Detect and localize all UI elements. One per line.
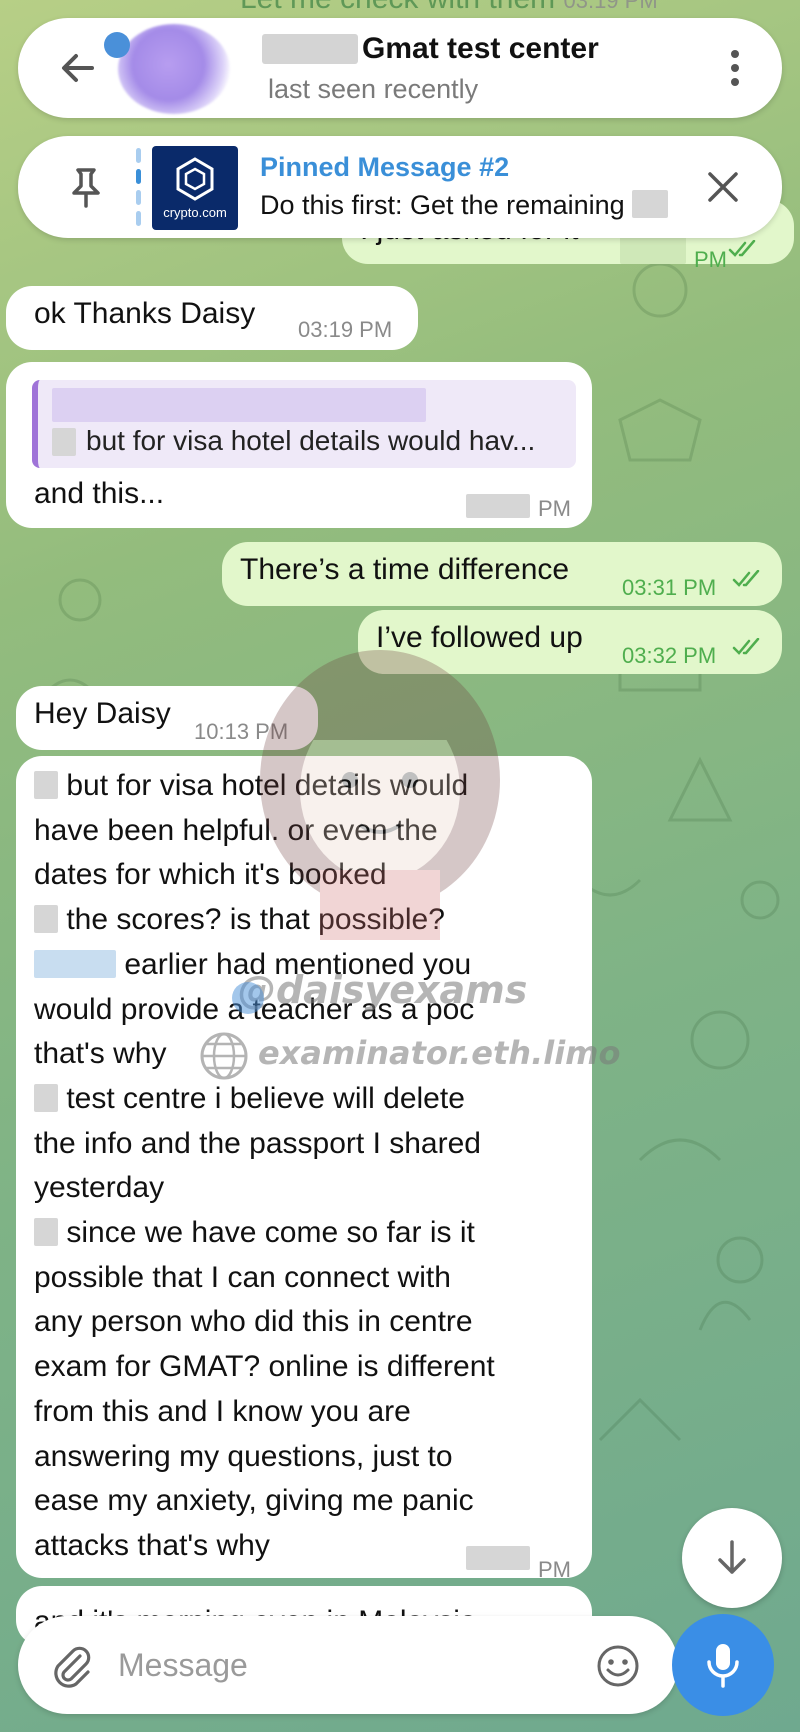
- attach-icon[interactable]: [48, 1642, 94, 1688]
- arrow-down-icon: [718, 1540, 746, 1574]
- pinned-text: Do this first: Get the remaining: [260, 190, 669, 221]
- message-line: since we have come so far is it: [34, 1211, 495, 1256]
- watermark-mascot: [260, 650, 500, 940]
- message-time: 03:32 PM: [622, 643, 717, 668]
- more-options-icon[interactable]: [728, 48, 742, 88]
- crypto-shield-icon: [176, 156, 214, 201]
- message-line: from this and I know you are: [34, 1394, 411, 1428]
- message-line: the info and the passport I shared: [34, 1126, 481, 1160]
- redacted-mention: [34, 949, 116, 978]
- chat-title: Gmat test center: [362, 32, 599, 65]
- message-time: PM: [694, 247, 727, 272]
- pin-position-indicator: [136, 148, 141, 226]
- message-time: PM: [538, 496, 571, 521]
- back-arrow-icon[interactable]: [58, 48, 98, 88]
- crypto-logo-text: crypto.com: [163, 204, 227, 220]
- double-check-icon: [732, 638, 760, 655]
- message-line: answering my questions, just to: [34, 1439, 453, 1473]
- double-check-icon: [728, 240, 756, 257]
- crypto-logo: crypto.com: [152, 146, 238, 230]
- redacted-text: [52, 428, 76, 456]
- watermark-site: examinator.eth.limo: [258, 1034, 621, 1072]
- redacted-text: [632, 190, 669, 218]
- message-line: any person who did this in centre: [34, 1305, 473, 1339]
- pinned-message-bar[interactable]: crypto.com Pinned Message #2 Do this fir…: [18, 136, 782, 238]
- pin-icon[interactable]: [66, 166, 106, 208]
- redacted-text: [34, 1218, 58, 1247]
- close-icon[interactable]: [706, 170, 740, 204]
- partial-message-top: Let me check with them 03:19 PM: [240, 0, 658, 16]
- message-line: ease my anxiety, giving me panic: [34, 1484, 474, 1518]
- double-check-icon: [732, 570, 760, 587]
- emoji-icon[interactable]: [596, 1644, 640, 1688]
- message-line: exam for GMAT? online is different: [34, 1350, 495, 1384]
- message-time: 03:19 PM: [563, 0, 658, 13]
- redacted-text: [34, 905, 58, 934]
- message-outgoing[interactable]: There’s a time difference 03:31 PM: [222, 542, 782, 606]
- message-line: yesterday: [34, 1171, 165, 1205]
- avatar[interactable]: [118, 24, 230, 114]
- message-time: 03:31 PM: [622, 575, 717, 600]
- redacted-time: [620, 236, 686, 264]
- message-line: possible that I can connect with: [34, 1260, 451, 1294]
- redacted-name: [262, 34, 358, 64]
- message-line: attacks that's why: [34, 1528, 270, 1562]
- redacted-time: [466, 494, 530, 518]
- watermark-handle: @daisyexams: [238, 968, 528, 1012]
- redacted-quote-author: [52, 388, 426, 422]
- redacted-time: [466, 1546, 530, 1570]
- chat-status: last seen recently: [268, 74, 479, 104]
- telegram-icon: [232, 982, 264, 1014]
- message-incoming[interactable]: ok Thanks Daisy 03:19 PM: [6, 286, 418, 350]
- chat-title-wrap[interactable]: Gmat test center: [262, 32, 599, 66]
- chat-header: Gmat test center last seen recently: [18, 18, 782, 118]
- message-composer: [18, 1616, 678, 1714]
- message-input[interactable]: [118, 1636, 588, 1694]
- mic-button[interactable]: [672, 1614, 774, 1716]
- message-text: There’s a time difference: [240, 553, 570, 586]
- message-text: Hey Daisy: [34, 697, 171, 730]
- scroll-down-button[interactable]: [682, 1508, 782, 1608]
- redacted-text: [34, 1083, 58, 1112]
- message-line: test centre i believe will delete: [34, 1077, 495, 1122]
- message-time: 03:19 PM: [298, 317, 393, 342]
- mic-icon: [707, 1644, 739, 1688]
- message-text: and this...: [34, 477, 165, 510]
- pinned-title: Pinned Message #2: [260, 152, 510, 182]
- message-text: ok Thanks Daisy: [34, 297, 256, 330]
- globe-icon: [200, 1032, 248, 1080]
- redacted-text: [34, 771, 58, 799]
- reply-snippet: but for visa hotel details would hav...: [86, 425, 536, 456]
- avatar-status-dot: [104, 32, 130, 58]
- reply-quote[interactable]: but for visa hotel details would hav...: [32, 380, 576, 468]
